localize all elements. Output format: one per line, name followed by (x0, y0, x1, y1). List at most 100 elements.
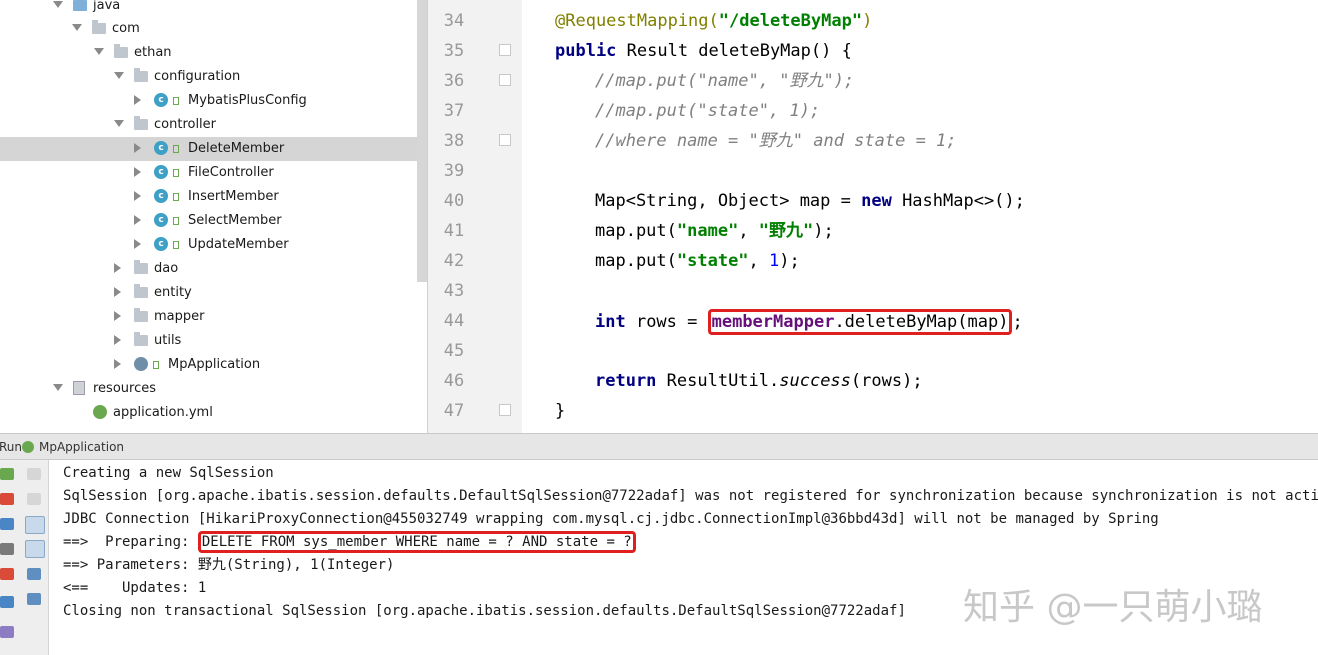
chevron-down-icon[interactable] (53, 1, 63, 8)
tree-item-label: application.yml (113, 405, 213, 420)
spring-bean-icon (173, 217, 179, 225)
chevron-down-icon[interactable] (53, 384, 63, 391)
soft-wrap-icon[interactable] (25, 516, 45, 534)
chevron-down-icon[interactable] (114, 72, 124, 79)
spring-bean-icon (173, 145, 179, 153)
chevron-right-icon[interactable] (134, 239, 141, 249)
exit-icon[interactable] (0, 568, 14, 580)
code-line-41: map.put("name", "野九"); (595, 221, 834, 241)
package-icon (134, 116, 148, 130)
chevron-down-icon[interactable] (94, 48, 104, 55)
chevron-right-icon[interactable] (114, 359, 121, 369)
run-toolbar-primary (0, 460, 20, 655)
dump-threads-icon[interactable] (0, 543, 14, 555)
run-toolbar-secondary (20, 460, 49, 655)
package-icon (134, 308, 148, 322)
fold-marker-icon[interactable] (499, 404, 511, 416)
code-line-40: Map<String, Object> map = new HashMap<>(… (595, 191, 1025, 211)
console-line: ==> Parameters: 野九(String), 1(Integer) (63, 557, 395, 573)
tree-item-configuration[interactable]: configuration (0, 65, 427, 89)
console-line-preparing: ==> Preparing: DELETE FROM sys_member WH… (63, 529, 636, 556)
code-line-44: int rows = memberMapper.deleteByMap(map)… (595, 304, 1023, 340)
tree-item-controller[interactable]: controller (0, 113, 427, 137)
package-icon (92, 20, 106, 34)
line-number: 39 (443, 161, 465, 181)
tree-item-label: MybatisPlusConfig (188, 93, 307, 108)
tree-item-com[interactable]: com (0, 17, 427, 41)
line-number: 37 (443, 101, 465, 121)
tree-item-mpapplication[interactable]: MpApplication (0, 353, 427, 377)
line-number: 40 (443, 191, 465, 211)
chevron-right-icon[interactable] (134, 167, 141, 177)
chevron-right-icon[interactable] (114, 311, 121, 321)
line-number: 44 (443, 311, 465, 331)
fold-marker-icon[interactable] (499, 74, 511, 86)
restore-layout-icon[interactable] (0, 596, 14, 608)
tree-item-dao[interactable]: dao (0, 257, 427, 281)
stop-icon[interactable] (0, 493, 14, 505)
tree-item-label: ethan (134, 45, 172, 60)
chevron-down-icon[interactable] (114, 120, 124, 127)
tree-item-mybatisplusconfig[interactable]: c MybatisPlusConfig (0, 89, 427, 113)
package-icon (134, 68, 148, 82)
spring-bean-icon (173, 241, 179, 249)
tree-item-selectmember[interactable]: c SelectMember (0, 209, 427, 233)
code-editor[interactable]: @RequestMapping("/deleteByMap") public R… (522, 0, 1318, 433)
folder-icon (73, 0, 87, 11)
print-icon[interactable] (27, 568, 41, 580)
code-line-34: @RequestMapping("/deleteByMap") (555, 11, 873, 31)
chevron-right-icon[interactable] (134, 143, 141, 153)
tree-item-label: DeleteMember (188, 141, 285, 156)
class-icon: c (154, 189, 168, 203)
tree-item-label: UpdateMember (188, 237, 289, 252)
line-number: 45 (443, 341, 465, 361)
run-panel-header: Run MpApplication (0, 433, 1318, 460)
rerun-icon[interactable] (0, 468, 14, 480)
chevron-right-icon[interactable] (134, 215, 141, 225)
pause-icon[interactable] (0, 518, 14, 530)
fold-marker-icon[interactable] (499, 134, 511, 146)
pin-tab-icon[interactable] (0, 626, 14, 638)
tree-item-updatemember[interactable]: c UpdateMember (0, 233, 427, 257)
chevron-right-icon[interactable] (114, 263, 121, 273)
code-line-38: //where name = "野九" and state = 1; (595, 131, 957, 151)
tree-item-mapper[interactable]: mapper (0, 305, 427, 329)
tree-item-label: MpApplication (168, 357, 261, 372)
tree-item-ethan[interactable]: ethan (0, 41, 427, 65)
class-icon: c (154, 165, 168, 179)
line-number: 47 (443, 401, 465, 421)
tree-item-deletemember[interactable]: c DeleteMember (0, 137, 427, 161)
scroll-to-end-icon[interactable] (25, 540, 45, 558)
chevron-right-icon[interactable] (114, 287, 121, 297)
clear-all-icon[interactable] (27, 593, 41, 605)
tree-item-label: dao (154, 261, 179, 276)
run-tab-label[interactable]: Run (0, 440, 22, 454)
tree-item-java[interactable]: java (0, 0, 427, 18)
package-icon (134, 284, 148, 298)
tree-item-resources[interactable]: resources (0, 377, 427, 401)
up-arrow-icon[interactable] (27, 468, 41, 480)
code-line-36: //map.put("name", "野九"); (595, 71, 855, 91)
project-tree: java com ethan configuration c MybatisPlusCon… (0, 0, 427, 433)
console-line: <== Updates: 1 (63, 580, 207, 596)
run-config-name[interactable]: MpApplication (39, 440, 124, 454)
tree-item-insertmember[interactable]: c InsertMember (0, 185, 427, 209)
tree-item-filecontroller[interactable]: c FileController (0, 161, 427, 185)
spring-bean-icon (153, 361, 159, 369)
spring-boot-class-icon (134, 357, 148, 371)
tree-scrollbar[interactable] (417, 0, 427, 282)
tree-item-utils[interactable]: utils (0, 329, 427, 353)
chevron-right-icon[interactable] (134, 95, 141, 105)
tree-item-application-yml[interactable]: application.yml (0, 401, 427, 425)
class-icon: c (154, 141, 168, 155)
spring-boot-icon (22, 441, 34, 453)
package-icon (134, 260, 148, 274)
chevron-down-icon[interactable] (72, 24, 82, 31)
tree-item-label: SelectMember (188, 213, 282, 228)
chevron-right-icon[interactable] (114, 335, 121, 345)
down-arrow-icon[interactable] (27, 493, 41, 505)
class-icon: c (154, 213, 168, 227)
fold-marker-icon[interactable] (499, 44, 511, 56)
tree-item-entity[interactable]: entity (0, 281, 427, 305)
chevron-right-icon[interactable] (134, 191, 141, 201)
